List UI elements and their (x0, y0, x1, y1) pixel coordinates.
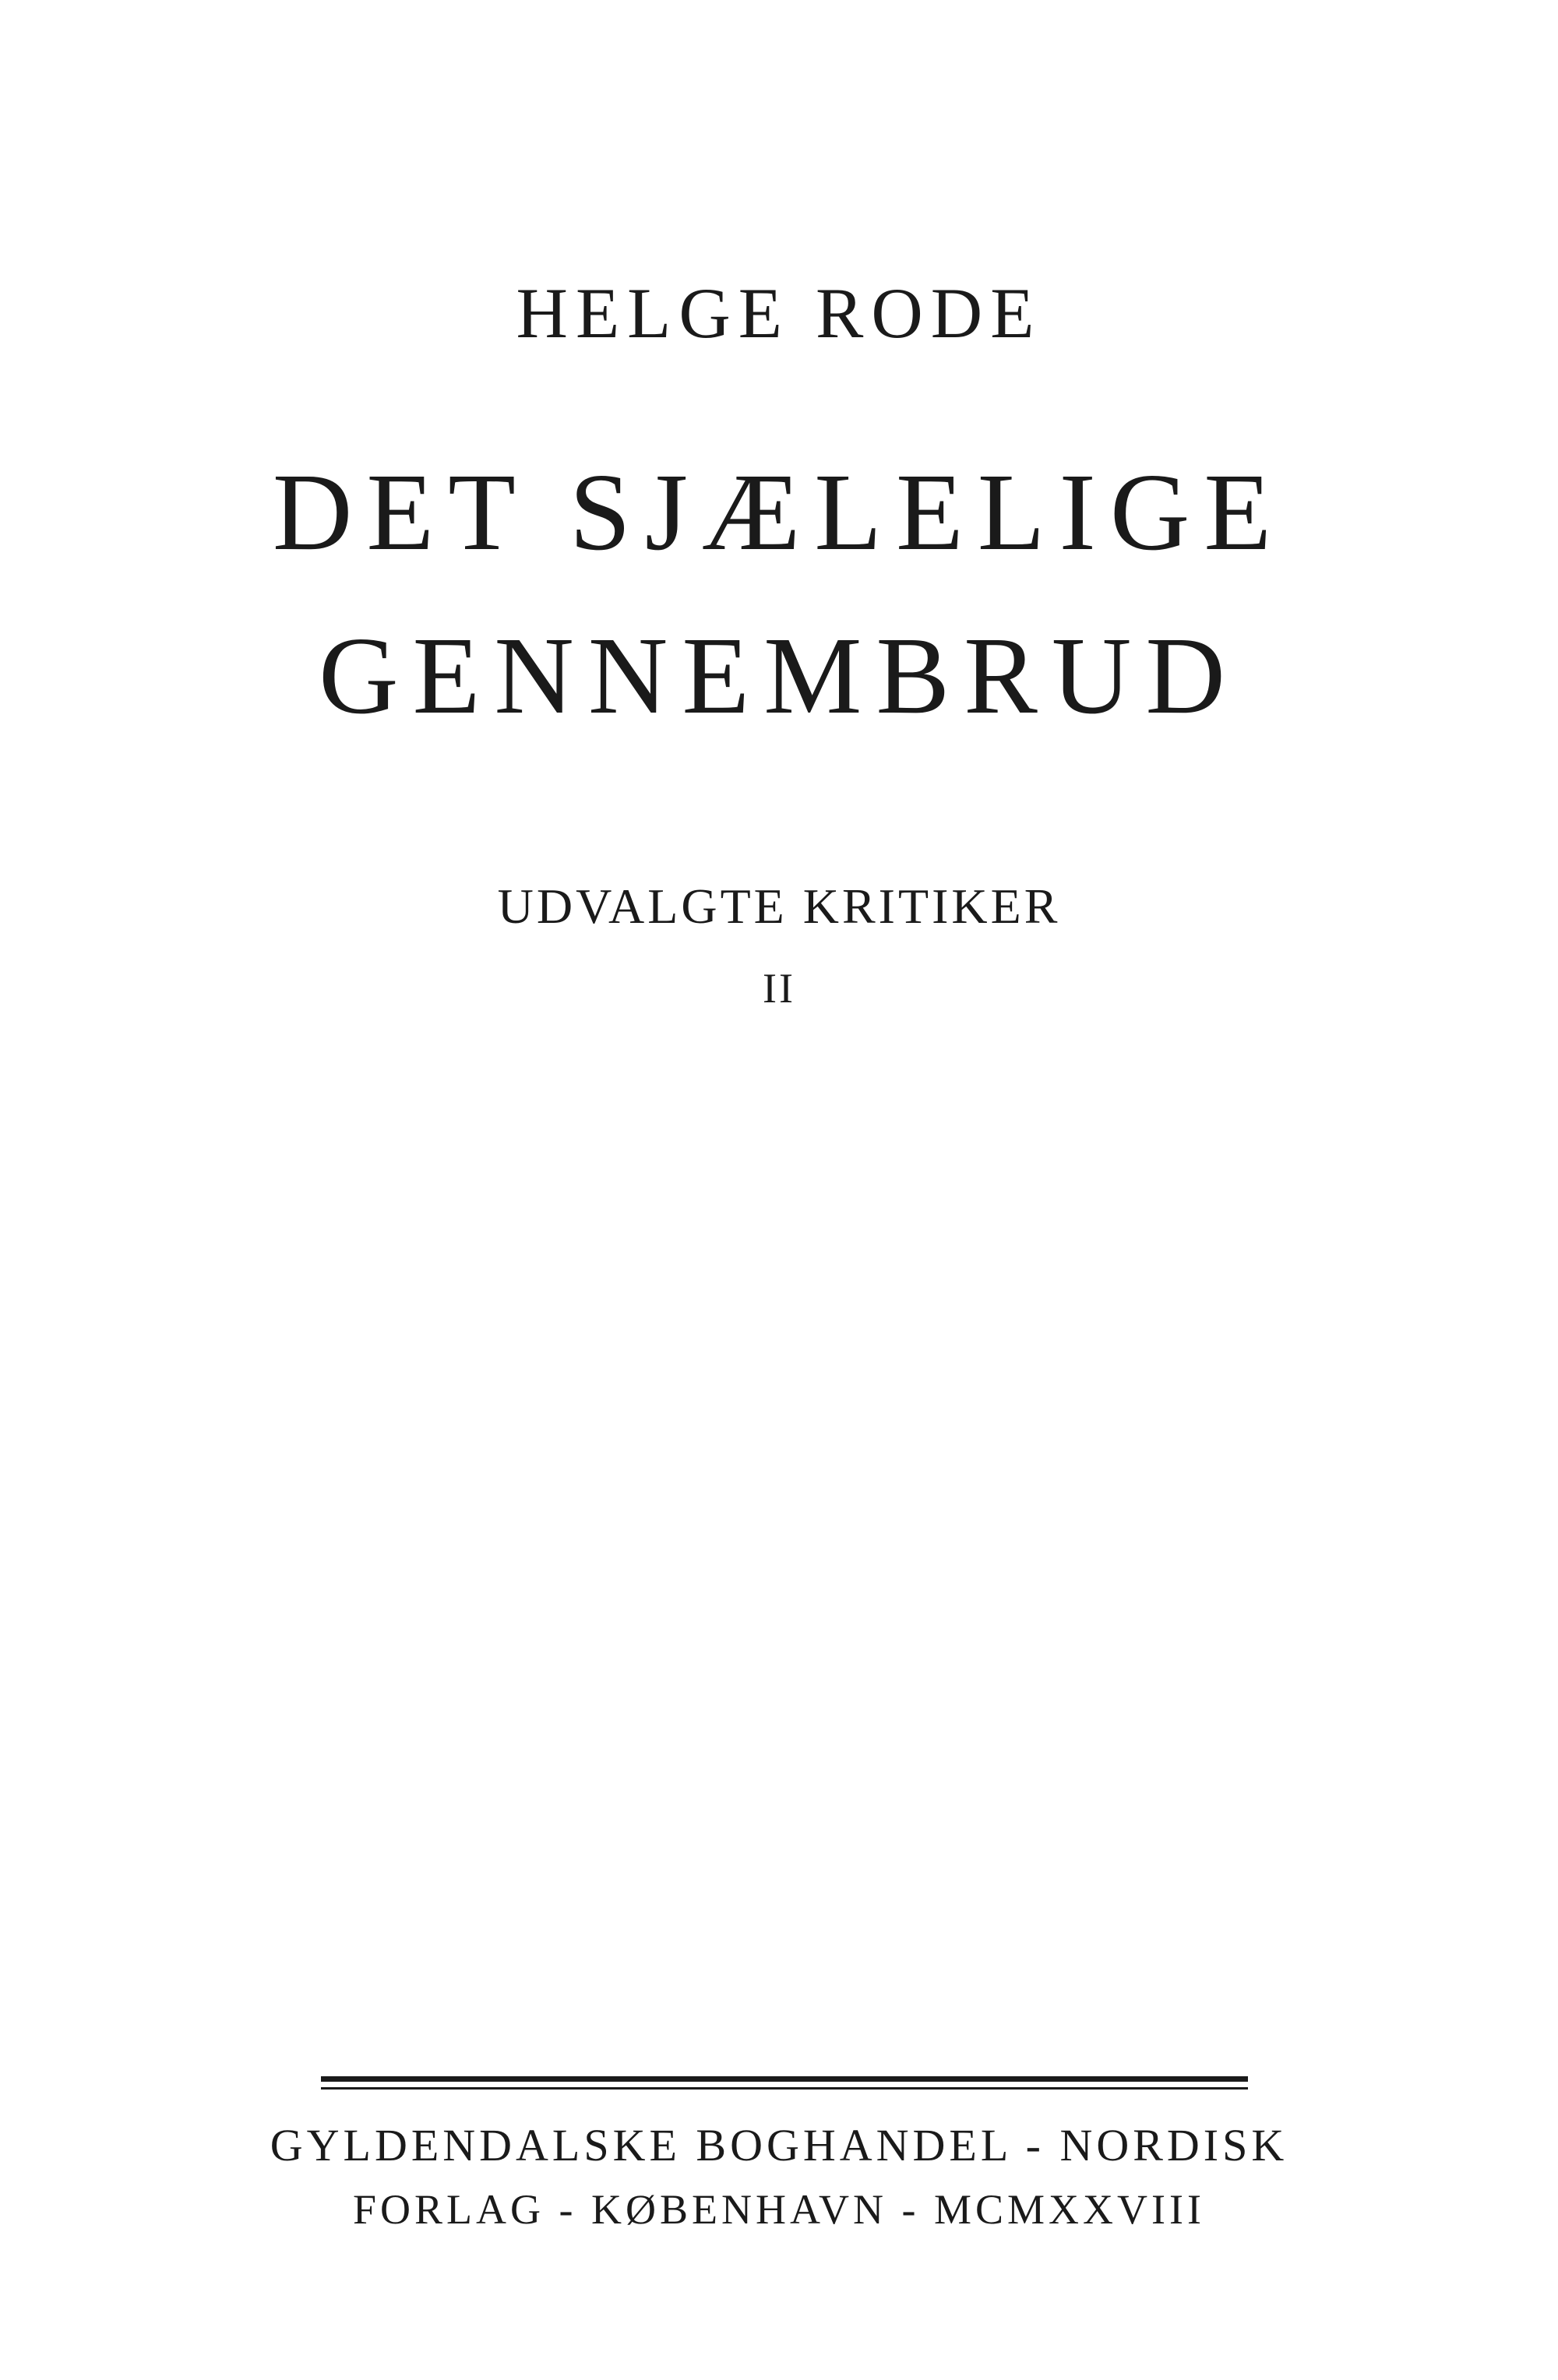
publisher-rule-thin (321, 2087, 1248, 2090)
publisher-line-1: GYLDENDALSKE BOGHANDEL - NORDISK (270, 2120, 1288, 2171)
publisher-rule-thick (321, 2076, 1248, 2082)
book-title-line-1: DET SJÆLELIGE (272, 450, 1286, 573)
book-subtitle: UDVALGTE KRITIKER (497, 878, 1061, 934)
author-name: HELGE RODE (516, 273, 1042, 353)
publisher-line-2: FORLAG - KØBENHAVN - MCMXXVIII (353, 2186, 1205, 2233)
title-page: { "title_page": { "author": "HELGE RODE"… (0, 0, 1558, 2380)
book-title-line-2: GENNEMBRUD (319, 614, 1239, 737)
volume-number: II (763, 965, 795, 1012)
